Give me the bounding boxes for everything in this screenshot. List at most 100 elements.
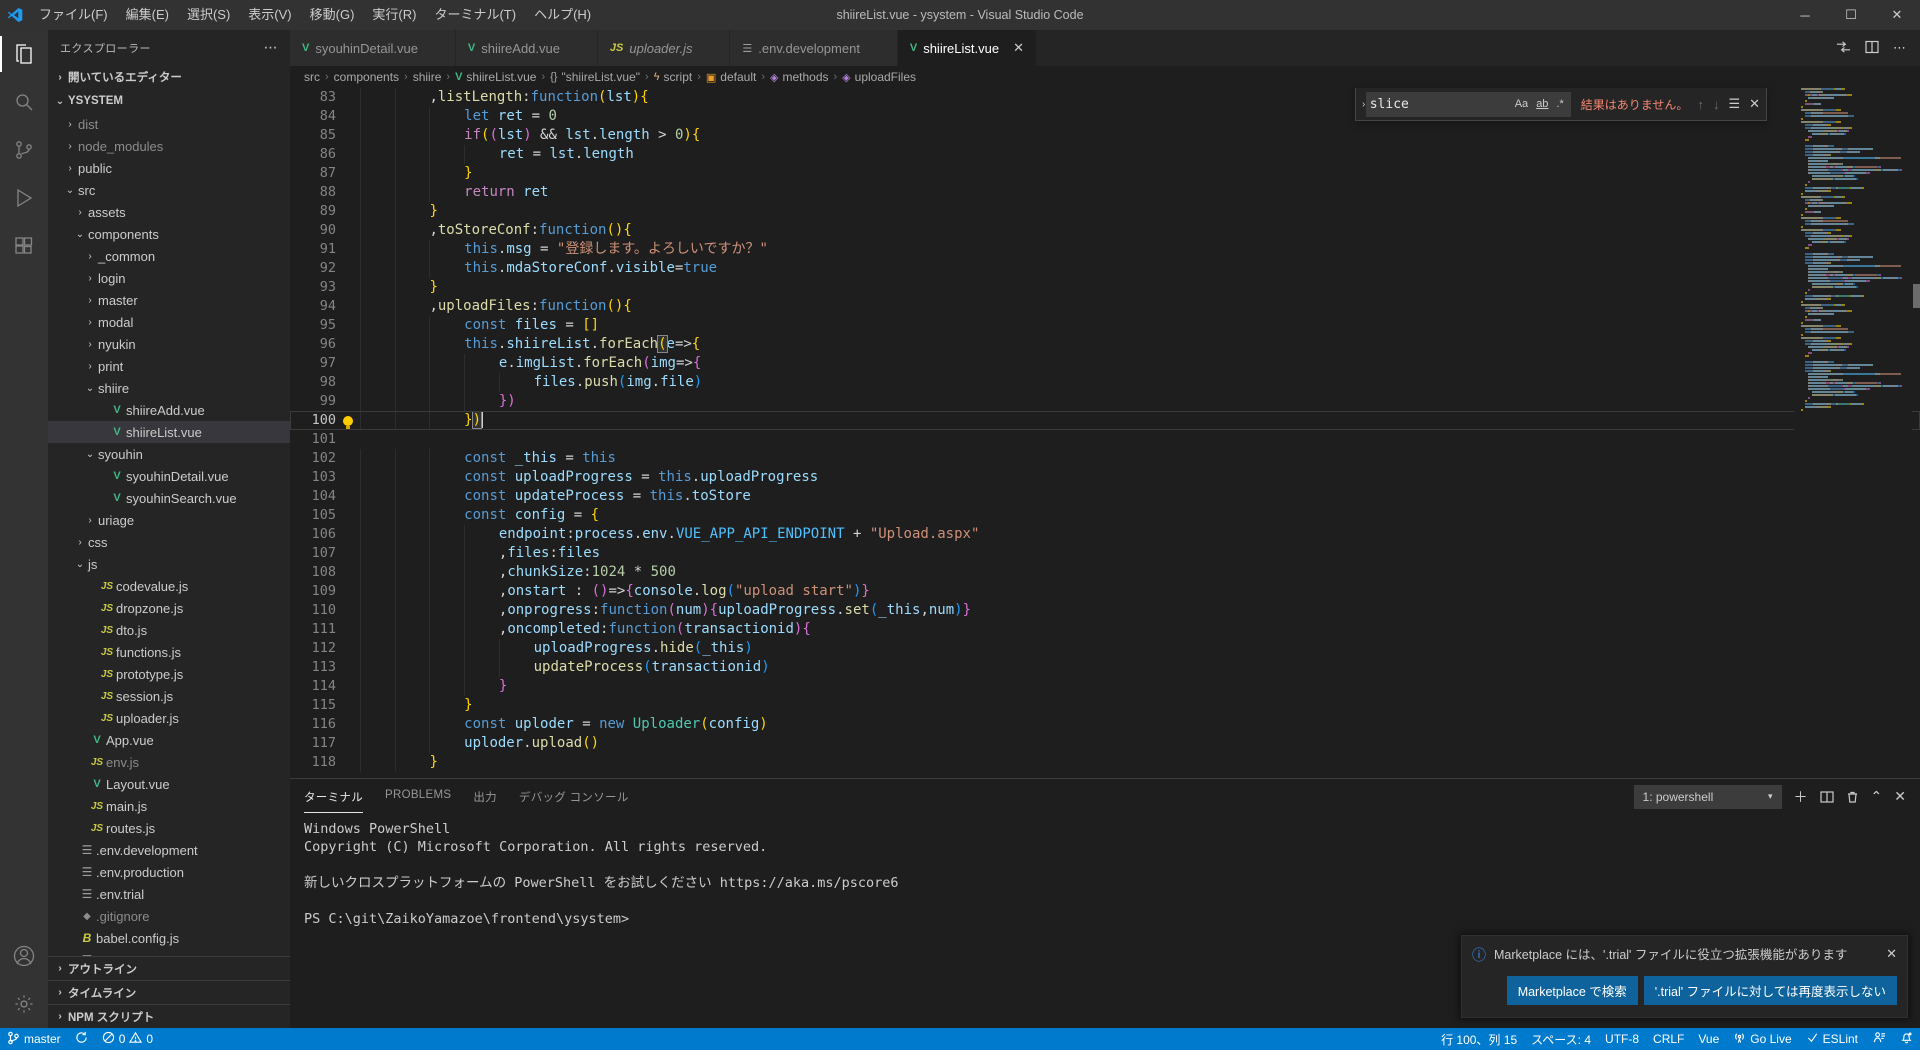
more-actions-icon[interactable]: ⋯ bbox=[1893, 40, 1906, 56]
tree-item[interactable]: ›modal bbox=[48, 311, 290, 333]
tree-item[interactable]: JSuploader.js bbox=[48, 707, 290, 729]
activity-explorer-icon[interactable] bbox=[0, 30, 48, 78]
code-line[interactable]: 109 ,onstart : ()=>{console.log("upload … bbox=[290, 582, 1920, 601]
notification-close-icon[interactable]: ✕ bbox=[1886, 946, 1897, 962]
code-line[interactable]: 100 }) bbox=[290, 411, 1920, 430]
dont-show-again-button[interactable]: '.trial' ファイルに対しては再度表示しない bbox=[1644, 976, 1897, 1005]
code-editor[interactable]: 83 ,listLength:function(lst){84 let ret … bbox=[290, 88, 1920, 778]
menu-help[interactable]: ヘルプ(H) bbox=[525, 0, 600, 30]
tree-item[interactable]: JScodevalue.js bbox=[48, 575, 290, 597]
panel-tab-ターミナル[interactable]: ターミナル bbox=[304, 780, 363, 813]
activity-settings-icon[interactable] bbox=[0, 980, 48, 1028]
code-line[interactable]: 107 ,files:files bbox=[290, 544, 1920, 563]
split-terminal-icon[interactable] bbox=[1820, 790, 1834, 804]
menu-selection[interactable]: 選択(S) bbox=[178, 0, 239, 30]
scrollbar-thumb[interactable] bbox=[1913, 284, 1920, 308]
menu-file[interactable]: ファイル(F) bbox=[30, 0, 117, 30]
code-line[interactable]: 110 ,onprogress:function(num){uploadProg… bbox=[290, 601, 1920, 620]
code-line[interactable]: 98 files.push(img.file) bbox=[290, 373, 1920, 392]
code-line[interactable]: 97 e.imgList.forEach(img=>{ bbox=[290, 354, 1920, 373]
tree-item[interactable]: ⌄shiire bbox=[48, 377, 290, 399]
tree-item[interactable]: ›node_modules bbox=[48, 135, 290, 157]
close-panel-icon[interactable]: ✕ bbox=[1894, 788, 1906, 805]
maximize-panel-icon[interactable]: ⌃ bbox=[1871, 788, 1883, 805]
tree-item[interactable]: ⌄syouhin bbox=[48, 443, 290, 465]
tree-item[interactable]: JSroutes.js bbox=[48, 817, 290, 839]
tree-item[interactable]: VsyouhinSearch.vue bbox=[48, 487, 290, 509]
breadcrumb[interactable]: src›components›shiire›VshiireList.vue›{}… bbox=[290, 66, 1920, 88]
code-line[interactable]: 94 ,uploadFiles:function(){ bbox=[290, 297, 1920, 316]
tree-item[interactable]: JSdto.js bbox=[48, 619, 290, 641]
code-line[interactable]: 93 } bbox=[290, 278, 1920, 297]
breadcrumb-item[interactable]: ▣default bbox=[706, 70, 756, 84]
find-close-icon[interactable]: ✕ bbox=[1749, 96, 1760, 112]
tree-item[interactable]: JSprototype.js bbox=[48, 663, 290, 685]
breadcrumb-item[interactable]: VshiireList.vue bbox=[455, 70, 536, 84]
panel-tab-PROBLEMS[interactable]: PROBLEMS bbox=[385, 780, 451, 813]
section-timeline[interactable]: ›タイムライン bbox=[48, 980, 290, 1004]
breadcrumb-item[interactable]: {}"shiireList.vue" bbox=[550, 70, 640, 84]
code-line[interactable]: 104 const updateProcess = this.toStore bbox=[290, 487, 1920, 506]
tab--env-development[interactable]: ☰.env.development✕ bbox=[730, 30, 897, 66]
breadcrumb-item[interactable]: components bbox=[334, 70, 399, 84]
code-line[interactable]: 86 ret = lst.length bbox=[290, 145, 1920, 164]
menu-run[interactable]: 実行(R) bbox=[363, 0, 425, 30]
terminal-picker[interactable]: 1: powershell ▾ bbox=[1634, 785, 1782, 809]
code-line[interactable]: 85 if((lst) && lst.length > 0){ bbox=[290, 126, 1920, 145]
code-line[interactable]: 88 return ret bbox=[290, 183, 1920, 202]
code-line[interactable]: 112 uploadProgress.hide(_this) bbox=[290, 639, 1920, 658]
new-terminal-icon[interactable]: ＋ bbox=[1794, 787, 1808, 807]
breadcrumb-item[interactable]: ϟscript bbox=[654, 70, 693, 84]
marketplace-search-button[interactable]: Marketplace で検索 bbox=[1507, 976, 1638, 1005]
tab-shiireAdd-vue[interactable]: VshiireAdd.vue✕ bbox=[456, 30, 598, 66]
tree-item[interactable]: ⌄components bbox=[48, 223, 290, 245]
code-line[interactable]: 108 ,chunkSize:1024 * 500 bbox=[290, 563, 1920, 582]
cursor-position-status[interactable]: 行 100、列 15 bbox=[1434, 1028, 1524, 1050]
tree-item[interactable]: ›css bbox=[48, 531, 290, 553]
code-line[interactable]: 106 endpoint:process.env.VUE_APP_API_END… bbox=[290, 525, 1920, 544]
language-mode-status[interactable]: Vue bbox=[1691, 1028, 1726, 1050]
code-line[interactable]: 111 ,oncompleted:function(transactionid)… bbox=[290, 620, 1920, 639]
open-changes-icon[interactable] bbox=[1836, 40, 1851, 57]
code-line[interactable]: 95 const files = [] bbox=[290, 316, 1920, 335]
tree-item[interactable]: ☰.env.trial bbox=[48, 883, 290, 905]
more-actions-icon[interactable]: ⋯ bbox=[264, 39, 278, 56]
tab-syouhinDetail-vue[interactable]: VsyouhinDetail.vue✕ bbox=[290, 30, 456, 66]
minimap[interactable] bbox=[1794, 88, 1912, 778]
lightbulb-icon[interactable] bbox=[343, 416, 353, 426]
breadcrumb-item[interactable]: ◈methods bbox=[770, 70, 829, 84]
activity-search-icon[interactable] bbox=[0, 78, 48, 126]
tree-item[interactable]: ›nyukin bbox=[48, 333, 290, 355]
terminal-output[interactable]: Windows PowerShellCopyright (C) Microsof… bbox=[290, 814, 1920, 928]
tree-item[interactable]: ›login bbox=[48, 267, 290, 289]
code-line[interactable]: 115 } bbox=[290, 696, 1920, 715]
tree-item[interactable]: VApp.vue bbox=[48, 729, 290, 751]
close-button[interactable]: ✕ bbox=[1874, 0, 1920, 30]
code-line[interactable]: 99 }) bbox=[290, 392, 1920, 411]
activity-extensions-icon[interactable] bbox=[0, 222, 48, 270]
code-line[interactable]: 101 bbox=[290, 430, 1920, 449]
tree-item[interactable]: ⌄js bbox=[48, 553, 290, 575]
eslint-status[interactable]: ESLint bbox=[1799, 1028, 1865, 1050]
tree-item[interactable]: VshiireAdd.vue bbox=[48, 399, 290, 421]
tree-item[interactable]: JSfunctions.js bbox=[48, 641, 290, 663]
find-input[interactable] bbox=[1370, 97, 1510, 112]
tree-item[interactable]: ›print bbox=[48, 355, 290, 377]
open-editors-section[interactable]: › 開いているエディター bbox=[48, 65, 290, 89]
tree-item[interactable]: ›public bbox=[48, 157, 290, 179]
section-outline[interactable]: ›アウトライン bbox=[48, 956, 290, 980]
breadcrumb-item[interactable]: shiire bbox=[413, 70, 442, 84]
code-line[interactable]: 91 this.msg = "登録します。よろしいですか？" bbox=[290, 240, 1920, 259]
tree-item[interactable]: ›assets bbox=[48, 201, 290, 223]
notifications-bell[interactable] bbox=[1893, 1028, 1920, 1050]
code-line[interactable]: 89 } bbox=[290, 202, 1920, 221]
tree-item[interactable]: JSsession.js bbox=[48, 685, 290, 707]
menu-terminal[interactable]: ターミナル(T) bbox=[425, 0, 525, 30]
go-live-status[interactable]: Go Live bbox=[1726, 1028, 1798, 1050]
menu-edit[interactable]: 編集(E) bbox=[117, 0, 178, 30]
find-next-icon[interactable]: ↓ bbox=[1713, 97, 1720, 112]
find-in-selection-icon[interactable]: ☰ bbox=[1728, 96, 1740, 112]
tree-item[interactable]: VsyouhinDetail.vue bbox=[48, 465, 290, 487]
tree-item[interactable]: VLayout.vue bbox=[48, 773, 290, 795]
encoding-status[interactable]: UTF-8 bbox=[1598, 1028, 1646, 1050]
